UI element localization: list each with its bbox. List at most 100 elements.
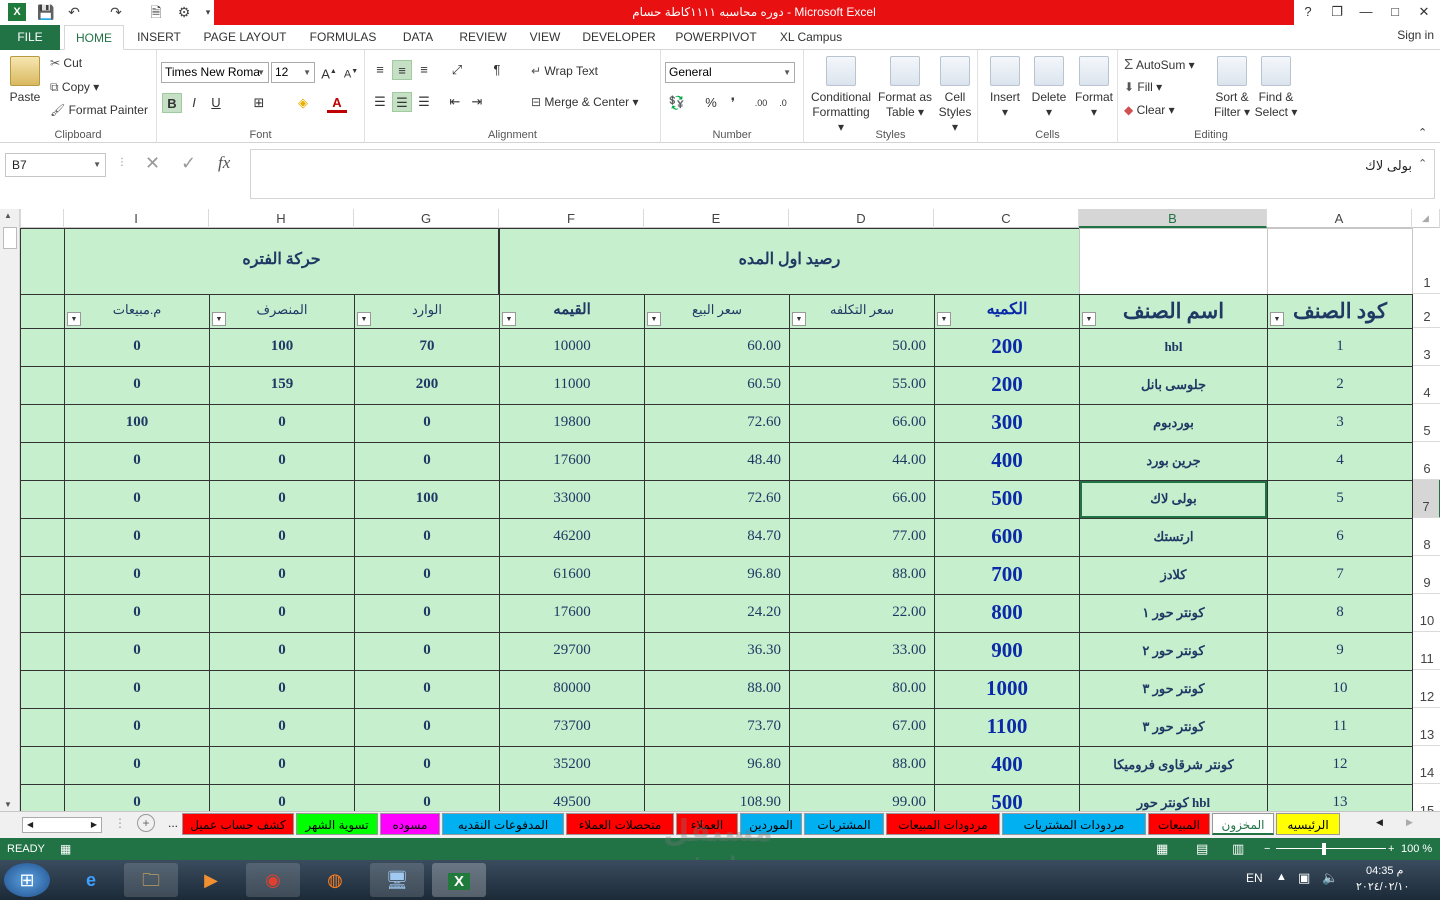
cell-cost-price[interactable]: 55.00 bbox=[789, 366, 935, 405]
zoom-slider-thumb[interactable] bbox=[1322, 843, 1326, 855]
currency-icon[interactable]: 💱 bbox=[667, 93, 687, 113]
cell-item-name[interactable]: كونتر حور ١ bbox=[1079, 594, 1268, 633]
cell-value[interactable]: 49500 bbox=[499, 784, 645, 811]
cell-item-name[interactable]: جلوسى بانل bbox=[1079, 366, 1268, 405]
language-indicator[interactable]: EN bbox=[1246, 871, 1263, 885]
expand-formula-bar-icon[interactable]: ⌃ bbox=[1418, 157, 1427, 170]
filter-dropdown-icon[interactable]: ▼ bbox=[1270, 312, 1284, 326]
column-title-b[interactable]: اسم الصنف ▼ bbox=[1079, 294, 1268, 329]
cell-incoming[interactable]: 0 bbox=[354, 708, 500, 747]
sign-in-link[interactable]: Sign in bbox=[1397, 28, 1434, 42]
row-header[interactable]: 6 bbox=[1413, 442, 1440, 480]
blank-cell[interactable] bbox=[20, 480, 65, 519]
blank-cell[interactable] bbox=[20, 632, 65, 671]
cell-sale-price[interactable]: 96.80 bbox=[644, 556, 790, 595]
column-title-g[interactable]: الوارد ▼ bbox=[354, 294, 500, 329]
cell-value[interactable]: 33000 bbox=[499, 480, 645, 519]
page-layout-view-icon[interactable]: ▤ bbox=[1196, 838, 1208, 860]
row-header[interactable]: 8 bbox=[1413, 518, 1440, 556]
cell-cost-price[interactable]: 99.00 bbox=[789, 784, 935, 811]
remote-desktop-icon[interactable]: 🖥 bbox=[370, 863, 424, 897]
cell-quantity[interactable]: 400 bbox=[934, 442, 1080, 481]
cell-item-code[interactable]: 8 bbox=[1267, 594, 1413, 633]
column-header-d[interactable]: D bbox=[789, 209, 934, 228]
align-left-icon[interactable]: ☰ bbox=[370, 92, 390, 112]
cell-item-code[interactable]: 12 bbox=[1267, 746, 1413, 785]
cancel-icon[interactable]: ✕ bbox=[145, 153, 160, 174]
cell-cost-price[interactable]: 67.00 bbox=[789, 708, 935, 747]
conditional-formatting-button[interactable]: Conditional Formatting ▾ bbox=[808, 56, 874, 135]
blank-cell[interactable] bbox=[20, 746, 65, 785]
grow-font-icon[interactable]: A▲ bbox=[319, 62, 339, 82]
cell-sales-returns[interactable]: 100 bbox=[64, 404, 210, 443]
row-header[interactable]: 13 bbox=[1413, 708, 1440, 746]
horizontal-scrollbar[interactable]: ◀ ▶ bbox=[22, 817, 102, 833]
zoom-in-icon[interactable]: + bbox=[1388, 838, 1394, 860]
ribbon-display-button[interactable]: ❐ bbox=[1323, 2, 1351, 22]
blank-cell[interactable] bbox=[20, 228, 65, 295]
clock-time[interactable]: 04:35 م bbox=[1366, 864, 1403, 877]
increase-indent-icon[interactable]: ⇥ bbox=[467, 92, 487, 112]
cell-outgoing[interactable]: 0 bbox=[209, 404, 355, 443]
scroll-right-icon[interactable]: ▶ bbox=[91, 818, 97, 832]
media-player-icon[interactable]: ▶ bbox=[184, 863, 238, 897]
a1-cell[interactable] bbox=[1267, 228, 1413, 295]
align-center-icon[interactable]: ☰ bbox=[392, 92, 412, 112]
cell-sale-price[interactable]: 73.70 bbox=[644, 708, 790, 747]
sheet-tab[interactable]: المبيعات bbox=[1148, 813, 1210, 835]
comma-button[interactable]: ❜ bbox=[723, 93, 743, 113]
sheet-tab[interactable]: المخزون bbox=[1212, 813, 1274, 835]
align-middle-icon[interactable]: ≡ bbox=[392, 60, 412, 80]
tab-home[interactable]: HOME bbox=[64, 25, 124, 50]
group-header-opening-balance[interactable]: رصيد اول المده bbox=[499, 228, 1080, 295]
row-header[interactable]: 2 bbox=[1413, 294, 1440, 328]
cell-sales-returns[interactable]: 0 bbox=[64, 670, 210, 709]
redo-icon[interactable]: ↷ bbox=[106, 3, 126, 21]
row-header[interactable]: 12 bbox=[1413, 670, 1440, 708]
tab-review[interactable]: REVIEW bbox=[452, 25, 514, 50]
cell-quantity[interactable]: 400 bbox=[934, 746, 1080, 785]
tab-file[interactable]: FILE bbox=[0, 25, 60, 50]
wrap-text-button[interactable]: ↵ Wrap Text bbox=[531, 64, 598, 78]
cell-incoming[interactable]: 200 bbox=[354, 366, 500, 405]
volume-icon[interactable]: 🔈 bbox=[1322, 870, 1338, 886]
tab-formulas[interactable]: FORMULAS bbox=[302, 25, 384, 50]
column-header-extra[interactable] bbox=[20, 209, 64, 228]
select-all-icon[interactable]: ◢ bbox=[1412, 209, 1440, 228]
insert-function-icon[interactable]: fx bbox=[218, 153, 230, 173]
cell-sales-returns[interactable]: 0 bbox=[64, 784, 210, 811]
maximize-button[interactable]: □ bbox=[1381, 2, 1409, 22]
cell-incoming[interactable]: 0 bbox=[354, 442, 500, 481]
cell-item-code[interactable]: 6 bbox=[1267, 518, 1413, 557]
cell-incoming[interactable]: 0 bbox=[354, 632, 500, 671]
font-size-select[interactable]: 12 ▼ bbox=[271, 62, 315, 83]
tab-view[interactable]: VIEW bbox=[522, 25, 568, 50]
column-title-x[interactable] bbox=[20, 294, 65, 329]
column-header-g[interactable]: G bbox=[354, 209, 499, 228]
cell-outgoing[interactable]: 0 bbox=[209, 670, 355, 709]
minimize-button[interactable]: — bbox=[1352, 2, 1380, 22]
page-break-view-icon[interactable]: ▥ bbox=[1232, 838, 1244, 860]
row-header[interactable]: 14 bbox=[1413, 746, 1440, 784]
cell-item-name[interactable]: بولى لاك bbox=[1079, 480, 1268, 519]
cell-sale-price[interactable]: 108.90 bbox=[644, 784, 790, 811]
cell-outgoing[interactable]: 0 bbox=[209, 708, 355, 747]
cell-quantity[interactable]: 800 bbox=[934, 594, 1080, 633]
cell-cost-price[interactable]: 66.00 bbox=[789, 404, 935, 443]
cell-incoming[interactable]: 0 bbox=[354, 594, 500, 633]
sheet-tab[interactable]: تسوية الشهر bbox=[296, 813, 378, 835]
filter-dropdown-icon[interactable]: ▼ bbox=[212, 312, 226, 326]
column-header-a[interactable]: A bbox=[1267, 209, 1412, 228]
cell-sale-price[interactable]: 60.00 bbox=[644, 328, 790, 367]
cell-value[interactable]: 17600 bbox=[499, 442, 645, 481]
cell-cost-price[interactable]: 22.00 bbox=[789, 594, 935, 633]
help-button[interactable]: ? bbox=[1294, 2, 1322, 22]
print-preview-icon[interactable]: 🗎 bbox=[146, 3, 166, 21]
cell-sale-price[interactable]: 84.70 bbox=[644, 518, 790, 557]
cell-sales-returns[interactable]: 0 bbox=[64, 480, 210, 519]
zoom-out-icon[interactable]: − bbox=[1264, 838, 1270, 860]
column-title-a[interactable]: كود الصنف ▼ bbox=[1267, 294, 1413, 329]
sheet-tab[interactable]: كشف حساب عميل bbox=[182, 813, 294, 835]
cell-quantity[interactable]: 1100 bbox=[934, 708, 1080, 747]
text-direction-icon[interactable]: ¶ bbox=[487, 60, 507, 80]
